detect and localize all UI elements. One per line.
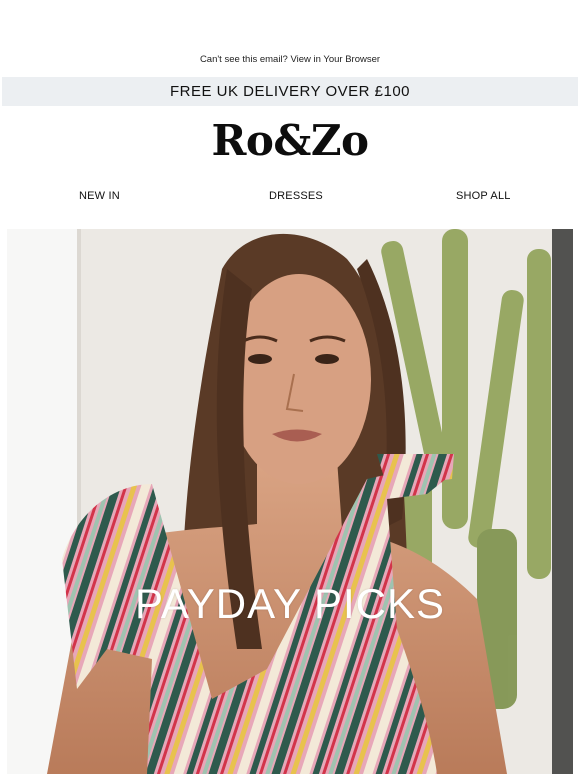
- main-nav: NEW IN DRESSES SHOP ALL: [0, 190, 580, 210]
- view-in-browser-link[interactable]: Can't see this email? View in Your Brows…: [0, 54, 580, 65]
- nav-shop-all[interactable]: SHOP ALL: [456, 190, 511, 202]
- nav-dresses[interactable]: DRESSES: [269, 190, 323, 202]
- hero-title: PAYDAY PICKS: [135, 580, 445, 627]
- hero-banner[interactable]: [7, 229, 573, 774]
- brand-logo[interactable]: Ro&Zo: [0, 116, 580, 165]
- nav-new-in[interactable]: NEW IN: [79, 190, 120, 202]
- hero-image: [7, 229, 573, 774]
- free-delivery-banner[interactable]: FREE UK DELIVERY OVER £100: [2, 77, 578, 106]
- free-delivery-text: FREE UK DELIVERY OVER £100: [169, 83, 411, 100]
